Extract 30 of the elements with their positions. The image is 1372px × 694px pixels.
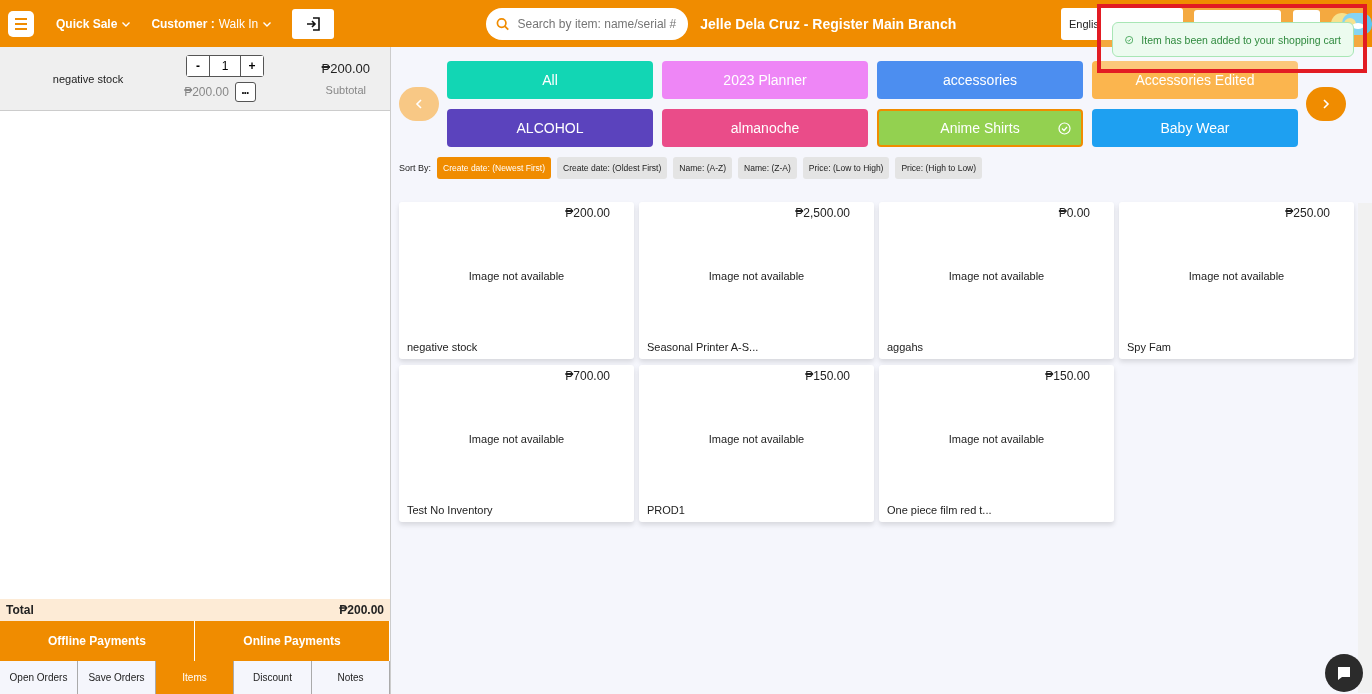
image-placeholder-text: Image not available [1188,269,1285,282]
toast-message: Item has been added to your shopping cart [1141,33,1341,46]
image-placeholder-text: Image not available [468,269,565,282]
product-price: ₱700.00 [565,369,610,383]
product-name: PROD1 [647,504,686,516]
product-name: aggahs [887,341,925,353]
image-placeholder-text: Image not available [468,432,565,445]
product-price: ₱150.00 [805,369,850,383]
unit-price: ₱200.00 [184,85,229,99]
image-placeholder-text: Image not available [708,432,805,445]
image-placeholder-text: Image not available [948,269,1045,282]
product-name: negative stock [407,341,479,353]
product-name: Test No Inventory [407,504,494,516]
product-price: ₱150.00 [1045,369,1090,383]
image-placeholder-text: Image not available [948,432,1045,445]
product-price: ₱250.00 [1285,206,1330,220]
product-name: One piece film red t... [887,504,993,516]
image-placeholder-text: Image not available [708,269,805,282]
product-name: Seasonal Printer A-S... [647,341,760,353]
product-name: Spy Fam [1127,341,1172,353]
amount-label: Subtotal [325,84,366,96]
total-label: Total [6,603,34,617]
register-title: Jelle Dela Cruz - Register Main Branch [700,15,957,32]
product-price: ₱200.00 [565,206,610,220]
item-amount: ₱200.00 [321,61,370,76]
cart-item-name: negative stock [51,72,125,85]
product-price: ₱0.00 [1058,206,1090,220]
product-price: ₱2,500.00 [795,206,850,220]
sort-label: Sort By: [399,163,431,173]
total-amount: ₱200.00 [339,603,384,617]
